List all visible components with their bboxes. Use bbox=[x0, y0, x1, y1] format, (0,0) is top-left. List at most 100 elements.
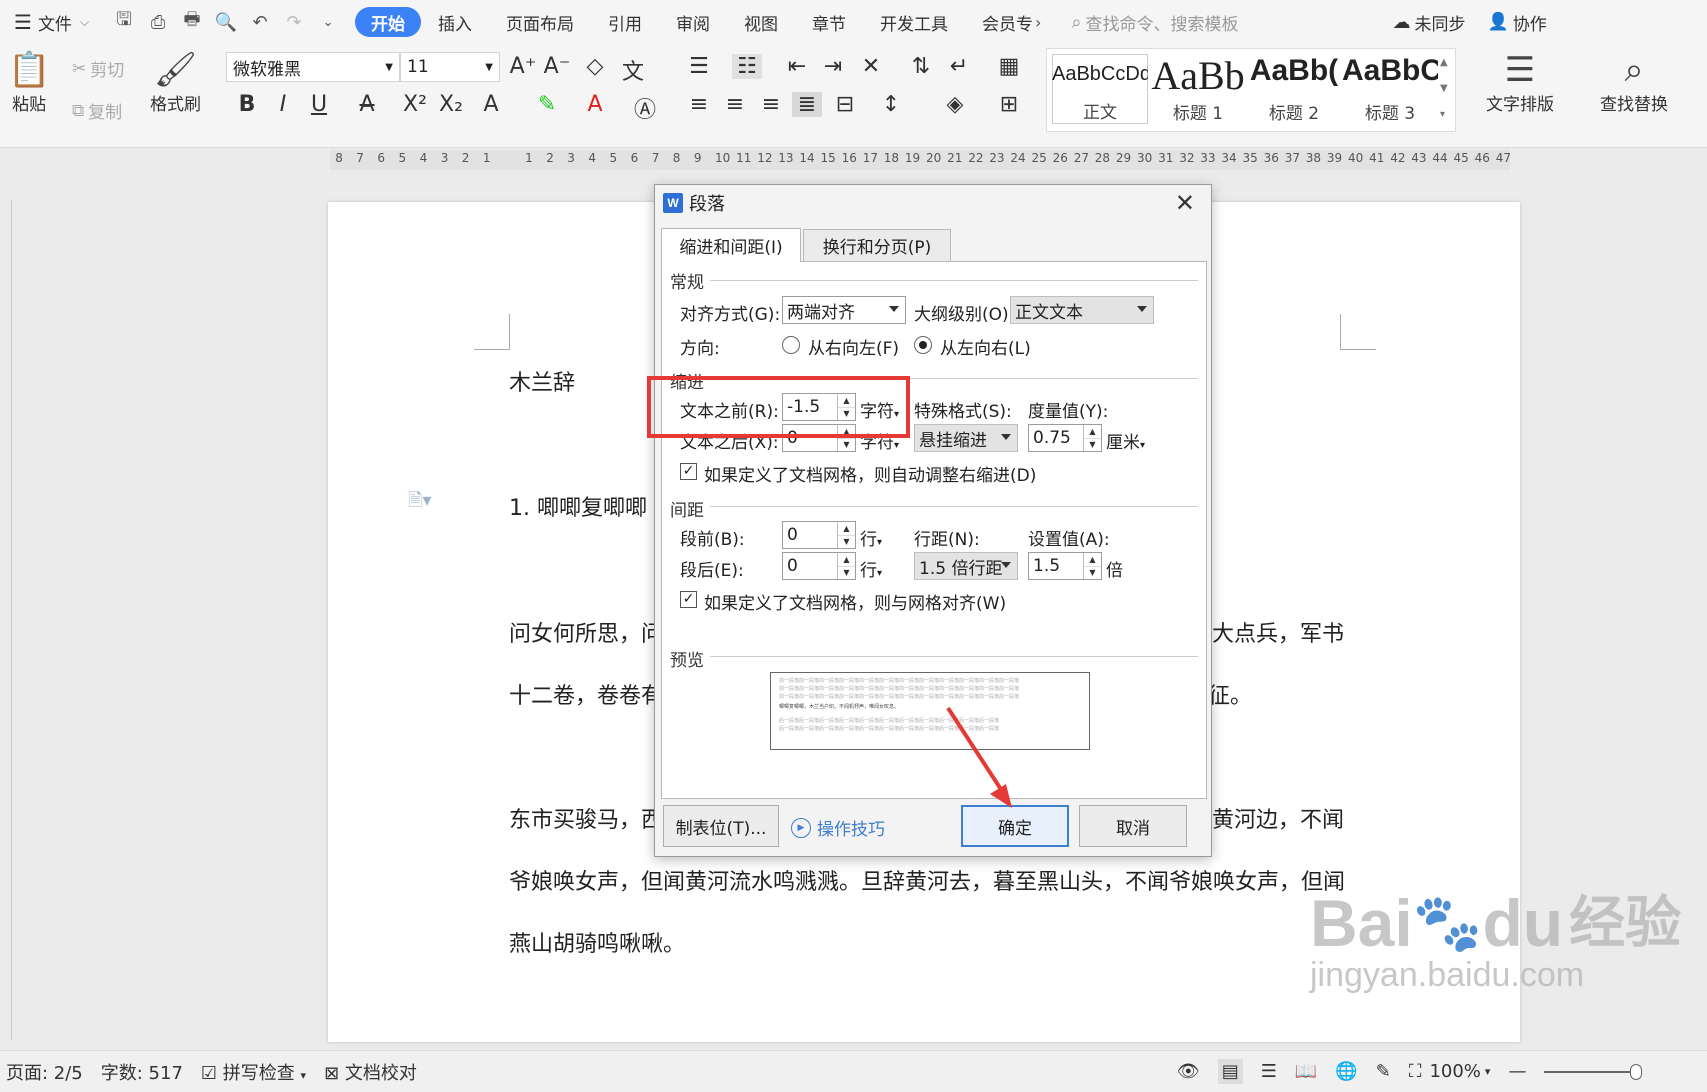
rtl-label[interactable]: 从右向左(F) bbox=[808, 334, 899, 359]
pinyin-icon[interactable]: 文 bbox=[618, 54, 648, 86]
tab-home[interactable]: 开始 bbox=[355, 7, 422, 37]
ltr-radio[interactable] bbox=[914, 336, 932, 354]
paste-button[interactable]: 📋 粘贴 bbox=[8, 50, 50, 115]
measure-input[interactable]: 0.75 ▲ ▼ bbox=[1028, 424, 1102, 452]
spin-up-icon[interactable]: ▲ bbox=[838, 522, 855, 536]
text-effect-icon[interactable]: A bbox=[476, 92, 506, 117]
tab-line-page-break[interactable]: 换行和分页(P) bbox=[803, 229, 951, 261]
line-spacing-icon[interactable]: ↕ bbox=[876, 92, 906, 117]
redo-icon[interactable]: ↷ bbox=[277, 0, 311, 44]
horizontal-ruler[interactable]: 8 7 6 5 4 3 2 1 1 2 3 4 5 6 7 8 9 10 11 12 13 14 15 16 17 18 19 20 2… bbox=[0, 148, 1707, 172]
dialog-titlebar[interactable]: W 段落 bbox=[655, 185, 1211, 221]
find-replace-button[interactable]: ⌕ 查找替换 bbox=[1600, 50, 1668, 115]
borders-icon[interactable]: ⊞ bbox=[994, 92, 1024, 117]
tab-member[interactable]: 会员专 bbox=[965, 7, 1035, 37]
quick-access-more-icon[interactable]: ⌄ bbox=[311, 0, 345, 44]
rtl-radio[interactable] bbox=[782, 336, 800, 354]
clear-format-icon[interactable]: ◇ bbox=[580, 54, 610, 79]
sync-status[interactable]: ☁ 未同步 bbox=[1389, 0, 1470, 44]
pen-icon[interactable]: ✎ bbox=[1376, 1061, 1391, 1082]
font-size-select[interactable]: 11 ▼ bbox=[400, 52, 500, 82]
zoom-out-icon[interactable]: — bbox=[1508, 1061, 1526, 1082]
spinner[interactable]: ▲ ▼ bbox=[837, 522, 855, 548]
char-border-icon[interactable]: Ⓐ bbox=[630, 92, 660, 124]
tab-references[interactable]: 引用 bbox=[591, 7, 659, 37]
bold-icon[interactable]: B bbox=[232, 92, 262, 117]
special-format-select[interactable]: 悬挂缩进 bbox=[914, 424, 1018, 452]
subscript-icon[interactable]: X₂ bbox=[436, 92, 466, 117]
text-layout-button[interactable]: ☰ 文字排版 bbox=[1486, 50, 1554, 115]
outline-view-icon[interactable]: ☰ bbox=[1261, 1061, 1277, 1082]
spinner[interactable]: ▲ ▼ bbox=[837, 553, 855, 579]
auto-right-indent-checkbox[interactable]: ✓ bbox=[680, 463, 697, 480]
word-count[interactable]: 字数: 517 bbox=[101, 1059, 183, 1085]
justify-icon[interactable]: ≣ bbox=[792, 92, 822, 117]
more-tabs-icon[interactable]: › bbox=[1035, 13, 1041, 32]
line-spacing-select[interactable]: 1.5 倍行距 bbox=[914, 552, 1018, 580]
web-view-icon[interactable]: 🌐 bbox=[1335, 1061, 1357, 1082]
cut-button[interactable]: ✂ 剪切 bbox=[72, 56, 124, 82]
copy-button[interactable]: ⧉ 复制 bbox=[72, 98, 122, 124]
tips-link[interactable]: ▶ 操作技巧 bbox=[791, 815, 885, 840]
undo-icon[interactable]: ↶ bbox=[243, 0, 277, 44]
spin-down-icon[interactable]: ▼ bbox=[838, 439, 855, 452]
tab-page-layout[interactable]: 页面布局 bbox=[489, 7, 591, 37]
spellcheck-button[interactable]: ☑ 拼写检查 ▾ bbox=[201, 1059, 306, 1085]
styles-scroll[interactable]: ▲ ▼ ▾ bbox=[1440, 50, 1448, 128]
sort-icon[interactable]: ⇅ bbox=[906, 54, 936, 79]
doc-review-button[interactable]: ⊠ 文档校对 bbox=[324, 1059, 417, 1085]
align-right-icon[interactable]: ≡ bbox=[756, 92, 786, 117]
collab-button[interactable]: 👤 协作 bbox=[1484, 0, 1551, 44]
auto-right-indent-label[interactable]: 如果定义了文档网格，则自动调整右缩进(D) bbox=[704, 461, 1036, 486]
print-preview-icon[interactable]: 🔍 bbox=[209, 0, 243, 44]
italic-icon[interactable]: I bbox=[268, 92, 298, 117]
tab-developer[interactable]: 开发工具 bbox=[863, 7, 965, 37]
format-painter-button[interactable]: 🖌 格式刷 bbox=[150, 50, 201, 115]
align-center-icon[interactable]: ≡ bbox=[720, 92, 750, 117]
spinner[interactable]: ▲ ▼ bbox=[1083, 425, 1101, 451]
command-search[interactable]: ⌕ 查找命令、搜索模板 bbox=[1071, 10, 1238, 35]
font-name-select[interactable]: 微软雅黑 ▼ bbox=[226, 52, 400, 82]
align-left-icon[interactable]: ≡ bbox=[684, 92, 714, 117]
paragraph-handle-icon[interactable]: 🗎▾ bbox=[408, 488, 432, 518]
spin-down-icon[interactable]: ▼ bbox=[1084, 439, 1101, 452]
tab-indent-spacing[interactable]: 缩进和间距(I) bbox=[661, 228, 801, 262]
spin-up-icon[interactable]: ▲ bbox=[1084, 425, 1101, 439]
read-view-icon[interactable]: 📖 bbox=[1295, 1061, 1317, 1082]
underline-icon[interactable]: U bbox=[304, 92, 334, 117]
shrink-font-icon[interactable]: A⁻ bbox=[542, 54, 572, 79]
distribute-icon[interactable]: ⊟ bbox=[830, 92, 860, 117]
vertical-ruler[interactable] bbox=[0, 200, 12, 1040]
outline-level-select[interactable]: 正文文本 bbox=[1010, 296, 1154, 324]
spin-up-icon[interactable]: ▲ bbox=[838, 553, 855, 567]
ok-button[interactable]: 确定 bbox=[961, 805, 1069, 847]
tab-stops-button[interactable]: 制表位(T)... bbox=[663, 805, 779, 847]
zoom-level[interactable]: 100% bbox=[1429, 1061, 1480, 1082]
save-icon[interactable]: 🖫 bbox=[107, 0, 141, 44]
spin-down-icon[interactable]: ▼ bbox=[1084, 567, 1101, 580]
space-after-input[interactable]: 0 ▲ ▼ bbox=[782, 552, 856, 580]
chinese-layout-icon[interactable]: ✕ bbox=[856, 54, 886, 79]
eye-protect-icon[interactable]: 👁 bbox=[1177, 1061, 1200, 1082]
space-before-input[interactable]: 0 ▲ ▼ bbox=[782, 521, 856, 549]
align-select[interactable]: 两端对齐 bbox=[782, 296, 906, 324]
page-view-icon[interactable]: ▤ bbox=[1217, 1059, 1243, 1084]
bullet-list-icon[interactable]: ☰ bbox=[684, 54, 714, 79]
spin-down-icon[interactable]: ▼ bbox=[838, 567, 855, 580]
zoom-slider[interactable] bbox=[1544, 1063, 1643, 1080]
file-menu[interactable]: ☰ 文件 ⌵ bbox=[10, 0, 93, 44]
style-normal[interactable]: AaBbCcDd 正文 bbox=[1052, 54, 1148, 124]
increase-indent-icon[interactable]: ⇥ bbox=[818, 54, 848, 79]
font-color-icon[interactable]: A bbox=[580, 92, 610, 117]
close-icon[interactable]: ✕ bbox=[1175, 189, 1195, 217]
tab-review[interactable]: 审阅 bbox=[659, 7, 727, 37]
style-heading-3[interactable]: AaBbC 标题 3 bbox=[1342, 54, 1438, 124]
space-after-unit[interactable]: 行▾ bbox=[860, 556, 882, 581]
table-grid-icon[interactable]: ▦ bbox=[994, 54, 1024, 79]
measure-unit[interactable]: 厘米▾ bbox=[1106, 428, 1145, 453]
highlight-icon[interactable]: ✎ bbox=[532, 92, 562, 117]
fit-page-icon[interactable]: ⛶ bbox=[1409, 1061, 1422, 1082]
show-marks-icon[interactable]: ↵ bbox=[944, 54, 974, 79]
zoom-thumb[interactable] bbox=[1630, 1063, 1643, 1080]
numbered-list-icon[interactable]: ☷ bbox=[732, 54, 762, 79]
